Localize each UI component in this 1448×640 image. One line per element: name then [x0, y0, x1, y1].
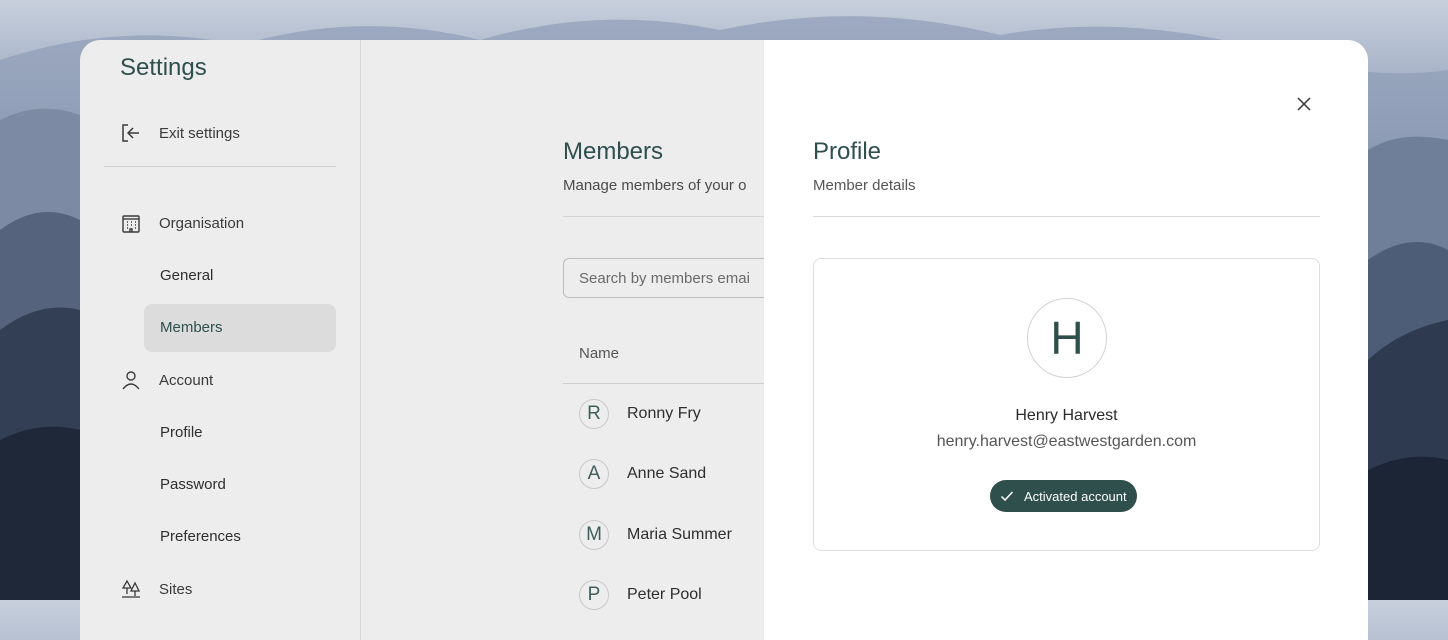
- panel-title: Profile: [813, 138, 882, 165]
- member-name: Maria Summer: [627, 526, 732, 543]
- sidebar-item-preferences[interactable]: Preferences: [160, 528, 241, 545]
- sidebar-section-sites: Sites: [120, 578, 192, 600]
- page-title: Members: [563, 138, 664, 165]
- status-badge: Activated account: [990, 480, 1137, 512]
- sidebar-section-label: Sites: [159, 580, 193, 598]
- close-button[interactable]: [1294, 94, 1314, 114]
- table-row[interactable]: P Peter Pool: [579, 580, 702, 610]
- table-row[interactable]: R Ronny Fry: [579, 399, 701, 429]
- status-badge-label: Activated account: [1024, 488, 1127, 504]
- page-subtitle: Manage members of your o: [563, 177, 747, 194]
- sidebar-section-label: Account: [159, 371, 214, 389]
- settings-sidebar: Settings Exit settings Organisation Gene…: [80, 40, 361, 640]
- panel-subtitle: Member details: [813, 177, 916, 194]
- checkmark-icon: [1000, 489, 1014, 503]
- user-icon: [120, 369, 142, 391]
- exit-icon: [120, 122, 142, 144]
- sidebar-section-organisation: Organisation: [120, 212, 244, 234]
- member-name: Peter Pool: [627, 586, 702, 603]
- sidebar-item-general[interactable]: General: [160, 267, 213, 284]
- building-icon: [120, 212, 142, 234]
- exit-settings-link[interactable]: Exit settings: [120, 122, 240, 144]
- member-name: Anne Sand: [627, 465, 707, 482]
- column-header-name[interactable]: Name: [579, 345, 619, 362]
- profile-panel: Profile Member details H Henry Harvest h…: [764, 40, 1368, 640]
- exit-settings-label: Exit settings: [159, 124, 240, 142]
- table-row[interactable]: M Maria Summer: [579, 520, 732, 550]
- avatar: A: [579, 459, 609, 489]
- settings-window: Settings Exit settings Organisation Gene…: [80, 40, 1368, 640]
- sidebar-item-members[interactable]: Members: [160, 319, 223, 336]
- close-icon: [1297, 97, 1311, 111]
- avatar: P: [579, 580, 609, 610]
- avatar: R: [579, 399, 609, 429]
- member-name: Henry Harvest: [1015, 407, 1118, 424]
- settings-title: Settings: [120, 54, 207, 81]
- sidebar-section-account: Account: [120, 369, 213, 391]
- member-card: H Henry Harvest henry.harvest@eastwestga…: [813, 258, 1320, 551]
- sidebar-section-label: Organisation: [159, 214, 245, 232]
- sidebar-item-profile[interactable]: Profile: [160, 424, 203, 441]
- sidebar-item-password[interactable]: Password: [160, 476, 226, 493]
- member-name: Ronny Fry: [627, 405, 701, 422]
- table-row[interactable]: A Anne Sand: [579, 459, 706, 489]
- sidebar-divider: [104, 166, 336, 167]
- member-email: henry.harvest@eastwestgarden.com: [936, 433, 1197, 450]
- avatar: M: [579, 520, 609, 550]
- avatar: H: [1027, 298, 1107, 378]
- panel-divider: [813, 216, 1320, 217]
- trees-icon: [120, 578, 142, 600]
